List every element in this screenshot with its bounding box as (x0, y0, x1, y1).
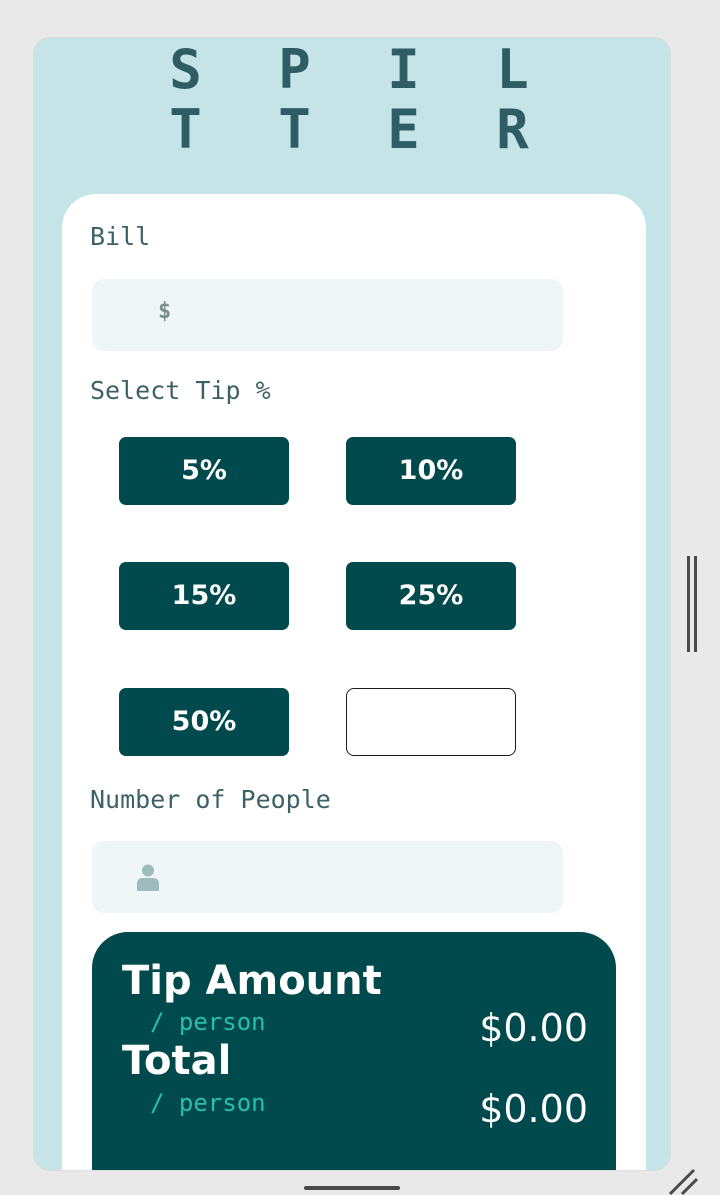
bill-field: $ (92, 279, 563, 351)
tip-5-button[interactable]: 5% (119, 437, 289, 505)
select-tip-label: Select Tip % (90, 376, 271, 405)
home-indicator-bar[interactable] (304, 1186, 400, 1190)
tip-10-button[interactable]: 10% (346, 437, 516, 505)
people-input[interactable] (192, 851, 546, 905)
resize-grip-icon[interactable] (666, 1168, 698, 1195)
total-value: $0.00 (479, 1087, 588, 1131)
total-per-person-label: / person (150, 1089, 266, 1117)
splitter-app-window: S P I L T T E R Bill $ Select Tip % 5% 1… (34, 38, 670, 1170)
number-of-people-label: Number of People (90, 785, 331, 814)
results-panel: Tip Amount / person $0.00 Total / person… (92, 932, 616, 1170)
tip-50-button[interactable]: 50% (119, 688, 289, 756)
tip-15-button[interactable]: 15% (119, 562, 289, 630)
calculator-card: Bill $ Select Tip % 5% 10% 15% 25% 50% N… (62, 194, 646, 1170)
tip-amount-value: $0.00 (479, 1006, 588, 1050)
custom-tip-input[interactable] (346, 688, 516, 756)
bill-input[interactable] (192, 289, 546, 343)
total-label: Total (122, 1038, 232, 1084)
people-field (92, 841, 563, 913)
tip-25-button[interactable]: 25% (346, 562, 516, 630)
split-drag-handle[interactable] (686, 556, 698, 652)
dollar-icon: $ (158, 299, 172, 324)
bill-label: Bill (90, 222, 151, 251)
person-icon (137, 864, 159, 891)
tip-amount-label: Tip Amount (122, 958, 382, 1004)
tip-amount-per-person-label: / person (150, 1008, 266, 1036)
logo-line-2: T T E R (169, 98, 551, 161)
logo-line-1: S P I L (169, 38, 551, 101)
